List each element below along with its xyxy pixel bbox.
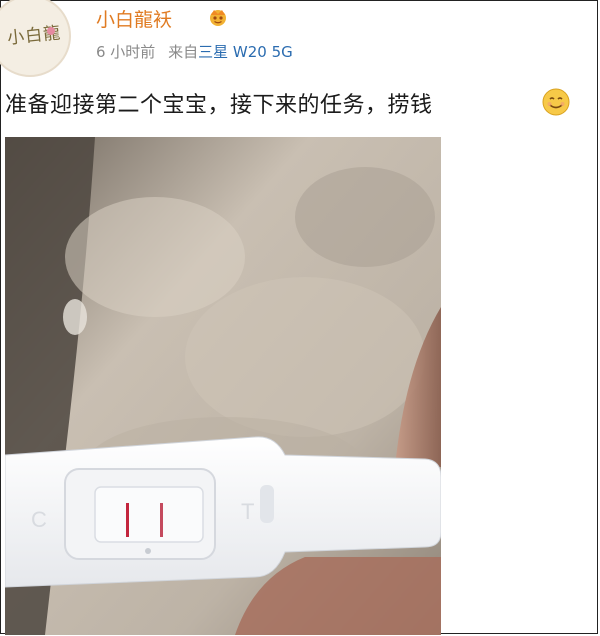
strip-letter-t: T bbox=[241, 499, 254, 524]
post-meta: 6 小时前 来自三星 W20 5G bbox=[96, 41, 293, 62]
avatar-flower-icon bbox=[47, 27, 55, 35]
source-prefix: 来自 bbox=[168, 43, 199, 61]
pregnancy-test-photo: C T bbox=[5, 137, 441, 635]
post-time: 6 小时前 bbox=[96, 43, 156, 61]
username[interactable]: 小白龍袄 bbox=[96, 5, 172, 32]
strip-letter-c: C bbox=[31, 507, 47, 532]
device-link[interactable]: 三星 W20 5G bbox=[198, 43, 293, 61]
post-card: 小白龍 小白龍袄 6 小时前 来自三星 W20 5G 准备迎接第二个宝宝，接下来… bbox=[0, 0, 598, 635]
avatar[interactable]: 小白龍 bbox=[0, 0, 71, 77]
smile-emoji-icon bbox=[542, 88, 570, 116]
post-photo[interactable]: C T bbox=[5, 137, 441, 635]
post-text: 准备迎接第二个宝宝，接下来的任务，捞钱 bbox=[5, 93, 433, 118]
crown-badge-icon bbox=[210, 10, 226, 26]
